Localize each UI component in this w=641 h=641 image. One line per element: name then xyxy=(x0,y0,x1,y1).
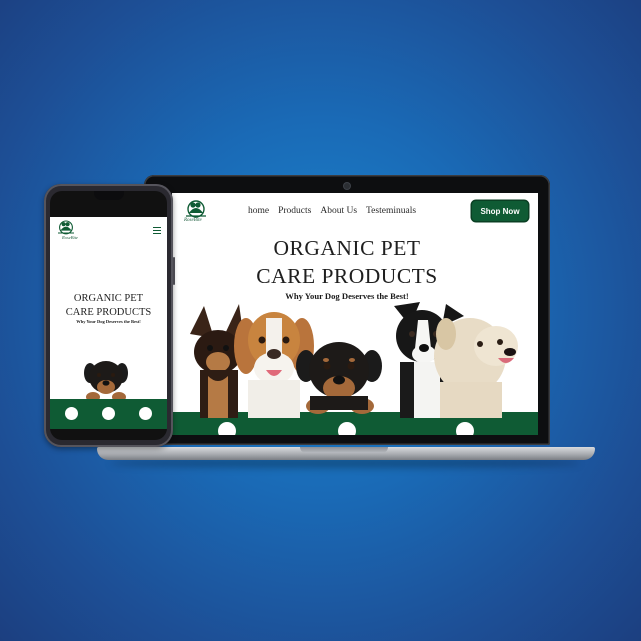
hero-subtitle: Why Your Dog Deserves the Best! xyxy=(76,319,141,324)
hero-title-line-1: ORGANIC PET xyxy=(73,293,144,304)
logo-text: RoseBite xyxy=(184,218,202,223)
laptop-camera xyxy=(344,183,350,189)
logo-text: RoseBite xyxy=(62,235,78,240)
hamburger-menu-icon[interactable] xyxy=(153,227,161,234)
bone-icon[interactable] xyxy=(456,422,474,435)
phone-screen: RoseBite ORGANIC PET CARE PRODUCTS Why Y… xyxy=(50,191,167,440)
dog-icon[interactable] xyxy=(218,422,236,435)
nav-home[interactable]: home xyxy=(248,206,269,216)
laptop-hinge xyxy=(300,447,388,453)
cat-icon[interactable] xyxy=(102,407,115,420)
hero-dogs-image xyxy=(190,302,518,418)
hero-title-line-2: CARE PRODUCTS xyxy=(256,264,438,288)
nav-products[interactable]: Products xyxy=(278,206,311,216)
dog-icon[interactable] xyxy=(65,407,78,420)
hero-puppy-image xyxy=(84,361,128,402)
laptop-screen: RoseBite home Products About Us Testemin… xyxy=(172,193,538,435)
hero-title-line-2: CARE PRODUCTS xyxy=(65,307,152,318)
nav-about-us[interactable]: About Us xyxy=(320,206,357,216)
bone-icon[interactable] xyxy=(139,407,152,420)
hero-title-line-1: ORGANIC PET xyxy=(273,236,421,260)
terrier-dog xyxy=(434,318,518,418)
phone-side-button xyxy=(173,257,175,285)
hero-title: ORGANIC PET CARE PRODUCTS xyxy=(172,234,522,290)
nav-testimonials[interactable]: Testeminuals xyxy=(366,206,416,216)
phone-notch xyxy=(94,191,124,200)
nav-bar: home Products About Us Testeminuals xyxy=(248,206,416,216)
cat-icon[interactable] xyxy=(338,422,356,435)
puppy-dog xyxy=(296,342,382,414)
hero-title: ORGANIC PET CARE PRODUCTS xyxy=(50,292,167,320)
shop-now-button[interactable]: Shop Now xyxy=(472,201,528,221)
